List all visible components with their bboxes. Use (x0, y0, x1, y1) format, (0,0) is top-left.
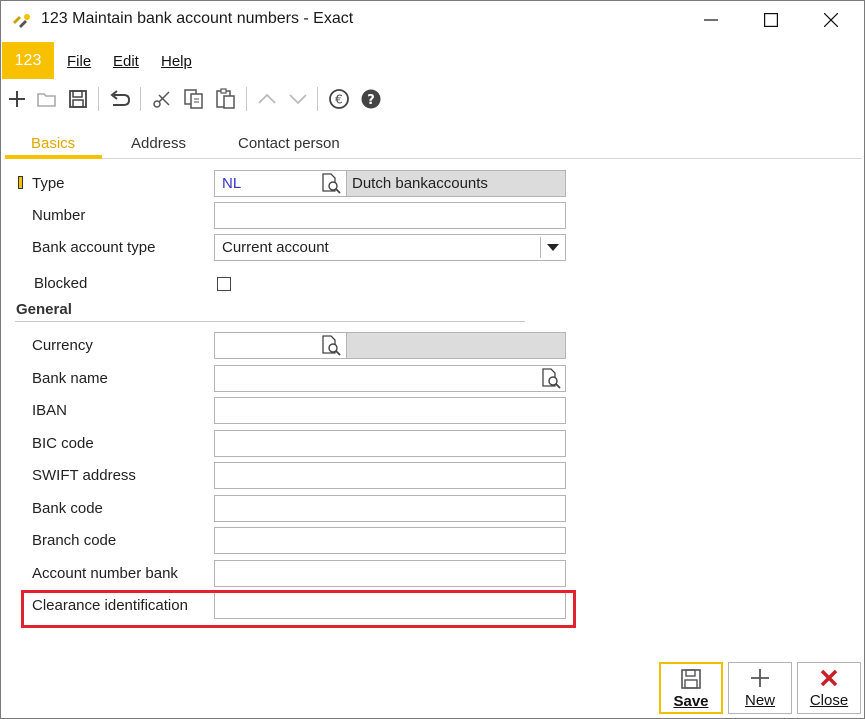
save-button[interactable]: Save (659, 662, 723, 714)
menu-edit[interactable]: Edit (113, 53, 139, 70)
iban-label: IBAN (32, 402, 68, 419)
close-button[interactable]: Close (797, 662, 861, 714)
bic-code-input[interactable] (214, 430, 566, 457)
bank-name-lookup-button[interactable] (540, 367, 562, 389)
title-bar: 123 Maintain bank account numbers - Exac… (1, 1, 864, 41)
branch-code-input[interactable] (214, 527, 566, 554)
down-arrow-icon[interactable] (286, 87, 310, 111)
menu-file-label: File (67, 53, 92, 70)
cut-icon[interactable] (150, 87, 174, 111)
new-button-label: New (744, 692, 775, 709)
general-section-title: General (16, 301, 72, 318)
bank-account-type-select[interactable]: Current account (214, 234, 566, 261)
active-tab-indicator (5, 155, 102, 159)
lookup-icon (322, 335, 341, 356)
menu-help-label: Help (161, 53, 192, 70)
number-label: Number (32, 207, 86, 224)
svg-text:?: ? (367, 93, 375, 108)
app-badge[interactable]: 123 (2, 42, 54, 79)
branch-code-label: Branch code (32, 532, 117, 549)
type-description: Dutch bankaccounts (346, 170, 566, 197)
section-divider (15, 321, 525, 322)
lookup-icon (322, 173, 341, 194)
blocked-label: Blocked (34, 275, 88, 292)
tab-divider (5, 158, 862, 159)
bank-account-type-label: Bank account type (32, 239, 156, 256)
close-button-label: Close (809, 692, 849, 709)
type-lookup-button[interactable] (320, 172, 342, 194)
minimize-icon (704, 19, 718, 21)
number-input[interactable] (214, 202, 566, 229)
bank-account-type-value: Current account (222, 239, 329, 256)
help-icon[interactable]: ? (359, 87, 383, 111)
tab-basics[interactable]: Basics (31, 135, 75, 152)
bank-code-label: Bank code (32, 500, 103, 517)
account-number-bank-input[interactable] (214, 560, 566, 587)
paste-icon[interactable] (214, 87, 238, 111)
iban-input[interactable] (214, 397, 566, 424)
app-window: 123 Maintain bank account numbers - Exac… (0, 0, 865, 719)
exact-app-icon (11, 12, 33, 30)
bank-code-input[interactable] (214, 495, 566, 522)
copy-icon[interactable] (182, 87, 206, 111)
toolbar-separator (98, 87, 99, 111)
window-title: 123 Maintain bank account numbers - Exac… (41, 10, 354, 27)
save-icon (681, 669, 701, 689)
open-folder-icon[interactable] (35, 87, 59, 111)
menu-file[interactable]: File (67, 53, 91, 70)
type-value: NL (222, 175, 242, 192)
swift-address-label: SWIFT address (32, 467, 136, 484)
dropdown-separator (540, 237, 541, 258)
plus-icon (751, 669, 769, 687)
type-label: Type (32, 175, 65, 192)
currency-lookup-button[interactable] (320, 334, 342, 356)
lookup-icon (542, 368, 561, 389)
highlight-box (21, 590, 576, 628)
up-arrow-icon[interactable] (255, 87, 279, 111)
euro-icon[interactable]: € (327, 87, 351, 111)
toolbar-separator (140, 87, 141, 111)
toolbar-separator (317, 87, 318, 111)
toolbar-separator (246, 87, 247, 111)
save-button-label: Save (673, 693, 709, 710)
undo-icon[interactable] (108, 87, 132, 111)
maximize-button[interactable] (741, 1, 801, 39)
close-icon (820, 669, 838, 687)
dropdown-arrow-button[interactable] (542, 236, 564, 258)
svg-text:€: € (335, 93, 343, 107)
currency-description (346, 332, 566, 359)
close-icon (824, 13, 838, 27)
chevron-down-icon (547, 244, 559, 251)
blocked-checkbox[interactable] (217, 277, 231, 291)
maximize-icon (764, 13, 778, 27)
bic-code-label: BIC code (32, 435, 94, 452)
save-icon[interactable] (66, 87, 90, 111)
currency-label: Currency (32, 337, 93, 354)
tab-address[interactable]: Address (131, 135, 186, 152)
bank-name-input[interactable] (214, 365, 566, 392)
account-number-bank-label: Account number bank (32, 565, 178, 582)
menu-edit-label: Edit (113, 53, 139, 70)
new-button[interactable]: New (728, 662, 792, 714)
tab-contact-person[interactable]: Contact person (238, 135, 340, 152)
required-indicator-icon (18, 176, 24, 190)
add-icon[interactable] (5, 87, 29, 111)
bank-name-label: Bank name (32, 370, 108, 387)
minimize-button[interactable] (681, 1, 741, 39)
swift-address-input[interactable] (214, 462, 566, 489)
window-close-button[interactable] (801, 1, 861, 39)
menu-help[interactable]: Help (161, 53, 192, 70)
